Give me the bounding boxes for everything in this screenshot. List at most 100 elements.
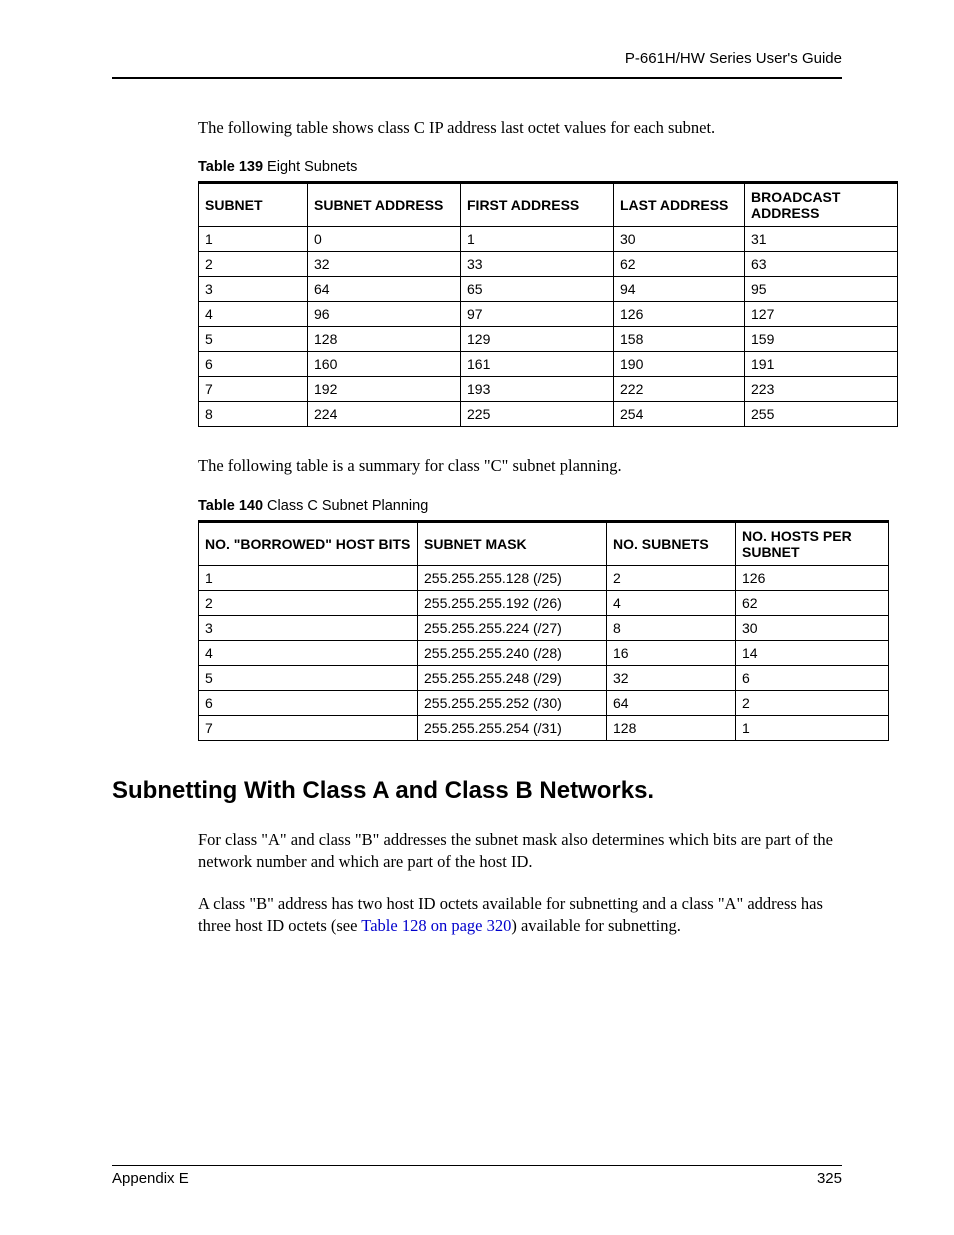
table-cell: 255.255.255.240 (/28) [418,640,607,665]
table-cell: 254 [614,402,745,427]
table-row: 5255.255.255.248 (/29)326 [199,665,889,690]
table-139-eight-subnets: SUBNETSUBNET ADDRESSFIRST ADDRESSLAST AD… [198,181,898,427]
table-row: 5128129158159 [199,327,898,352]
table-cell: 4 [607,590,736,615]
table-cell: 95 [745,277,898,302]
table-cell: 32 [607,665,736,690]
table-header-cell: BROADCAST ADDRESS [745,183,898,227]
table-cell: 7 [199,715,418,740]
table-cell: 5 [199,327,308,352]
table-cell: 0 [308,227,461,252]
table-cell: 255.255.255.128 (/25) [418,565,607,590]
table-header-row: SUBNETSUBNET ADDRESSFIRST ADDRESSLAST AD… [199,183,898,227]
table-cell: 2 [736,690,889,715]
table-row: 49697126127 [199,302,898,327]
table-cell: 158 [614,327,745,352]
table-cell: 5 [199,665,418,690]
table-row: 7192193222223 [199,377,898,402]
table-cell: 129 [461,327,614,352]
table-row: 6160161190191 [199,352,898,377]
table-cell: 97 [461,302,614,327]
table-cell: 7 [199,377,308,402]
table-cell: 161 [461,352,614,377]
table-139-caption: Table 139 Eight Subnets [198,159,842,175]
table-cell: 255.255.255.252 (/30) [418,690,607,715]
table-cell: 4 [199,640,418,665]
intro-text-140: The following table is a summary for cla… [198,455,842,477]
table-row: 4255.255.255.240 (/28)1614 [199,640,889,665]
table-cell: 14 [736,640,889,665]
table-cell: 3 [199,277,308,302]
table-row: 7255.255.255.254 (/31)1281 [199,715,889,740]
table-row: 1255.255.255.128 (/25)2126 [199,565,889,590]
table-header-row: NO. "BORROWED" HOST BITSSUBNET MASKNO. S… [199,521,889,565]
table-header-cell: NO. SUBNETS [607,521,736,565]
table-header-cell: NO. HOSTS PER SUBNET [736,521,889,565]
table-cell: 6 [199,690,418,715]
table-cell: 255 [745,402,898,427]
table-cell: 30 [736,615,889,640]
table-cell: 62 [736,590,889,615]
table-cell: 8 [607,615,736,640]
caption-label: Table 139 [198,159,263,175]
table-row: 2255.255.255.192 (/26)462 [199,590,889,615]
table-cell: 8 [199,402,308,427]
link-table-128[interactable]: Table 128 on page 320 [361,916,511,935]
table-header-cell: FIRST ADDRESS [461,183,614,227]
table-row: 6255.255.255.252 (/30)642 [199,690,889,715]
table-header-cell: SUBNET [199,183,308,227]
table-row: 8224225254255 [199,402,898,427]
table-cell: 1 [199,227,308,252]
table-header-cell: LAST ADDRESS [614,183,745,227]
table-cell: 30 [614,227,745,252]
table-cell: 128 [607,715,736,740]
page-footer: Appendix E 325 [112,1165,842,1187]
table-cell: 160 [308,352,461,377]
table-cell: 64 [607,690,736,715]
table-cell: 62 [614,252,745,277]
table-cell: 63 [745,252,898,277]
table-140-class-c-planning: NO. "BORROWED" HOST BITSSUBNET MASKNO. S… [198,520,889,741]
table-row: 232336263 [199,252,898,277]
table-cell: 225 [461,402,614,427]
table-cell: 1 [461,227,614,252]
table-cell: 2 [607,565,736,590]
section-heading: Subnetting With Class A and Class B Netw… [112,777,842,805]
table-cell: 1 [736,715,889,740]
caption-label: Table 140 [198,498,263,514]
document-header: P-661H/HW Series User's Guide [112,50,842,77]
text-span: ) available for subnetting. [511,916,681,935]
table-cell: 255.255.255.192 (/26) [418,590,607,615]
table-header-cell: NO. "BORROWED" HOST BITS [199,521,418,565]
table-cell: 65 [461,277,614,302]
caption-title: Eight Subnets [263,159,357,175]
table-cell: 6 [736,665,889,690]
table-cell: 190 [614,352,745,377]
table-row: 1013031 [199,227,898,252]
table-140-caption: Table 140 Class C Subnet Planning [198,498,842,514]
table-cell: 255.255.255.254 (/31) [418,715,607,740]
table-cell: 96 [308,302,461,327]
table-cell: 159 [745,327,898,352]
table-cell: 3 [199,615,418,640]
para-class-b-octets: A class "B" address has two host ID octe… [198,893,842,938]
footer-section-label: Appendix E [112,1170,189,1187]
table-cell: 64 [308,277,461,302]
table-cell: 191 [745,352,898,377]
table-cell: 33 [461,252,614,277]
table-cell: 255.255.255.248 (/29) [418,665,607,690]
table-cell: 224 [308,402,461,427]
header-rule [112,77,842,79]
footer-page-number: 325 [817,1170,842,1187]
caption-title: Class C Subnet Planning [263,498,428,514]
table-cell: 32 [308,252,461,277]
table-cell: 16 [607,640,736,665]
table-cell: 192 [308,377,461,402]
table-cell: 6 [199,352,308,377]
table-cell: 31 [745,227,898,252]
table-cell: 4 [199,302,308,327]
table-cell: 2 [199,590,418,615]
table-row: 364659495 [199,277,898,302]
table-cell: 223 [745,377,898,402]
table-cell: 2 [199,252,308,277]
